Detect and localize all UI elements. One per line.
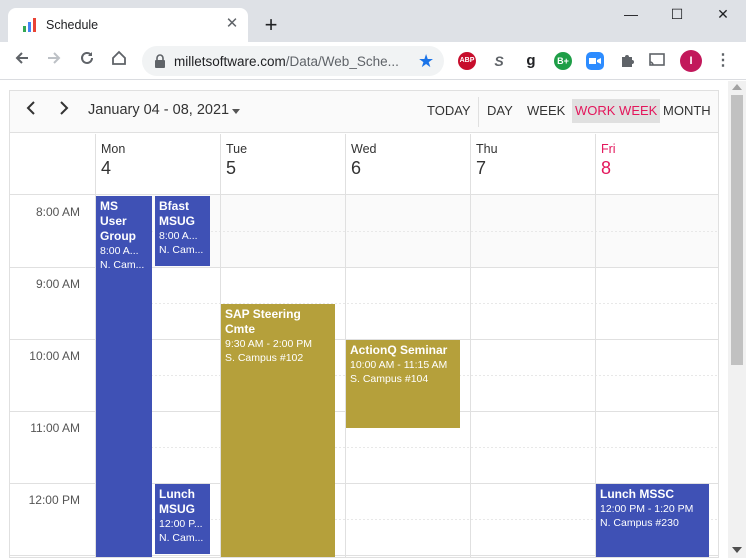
forward-arrow-icon[interactable]	[42, 49, 66, 73]
event-bfast-msug[interactable]: Bfast MSUG 8:00 A... N. Cam...	[155, 196, 210, 266]
bookmark-star-icon[interactable]: ★	[418, 51, 434, 72]
date-header-row: Mon 4 Tue 5 Wed 6 Thu 7 Fri 8	[10, 134, 718, 195]
previous-week-chevron-icon[interactable]	[21, 101, 41, 121]
reload-icon[interactable]	[75, 49, 99, 73]
half-hour-line	[95, 447, 718, 448]
scroll-thumb[interactable]	[731, 95, 743, 365]
scroll-up-arrow-icon[interactable]	[732, 84, 742, 90]
today-button[interactable]: TODAY	[424, 99, 474, 123]
cast-icon[interactable]	[648, 52, 666, 70]
page-content: January 04 - 08, 2021 TODAY DAY WEEK WOR…	[0, 81, 746, 558]
address-bar[interactable]: milletsoftware.com/Data/Web_Sche... ★	[142, 46, 444, 76]
time-label-9am: 9:00 AM	[35, 277, 80, 291]
adblock-extension-icon[interactable]: ABP	[458, 52, 476, 70]
day-header-thu[interactable]: Thu 7	[470, 134, 595, 195]
scheduler: January 04 - 08, 2021 TODAY DAY WEEK WOR…	[9, 90, 719, 558]
maximize-button[interactable]: ☐	[662, 6, 692, 26]
browser-toolbar: milletsoftware.com/Data/Web_Sche... ★ AB…	[0, 42, 746, 80]
lock-icon	[155, 54, 165, 68]
menu-kebab-icon[interactable]: ⋮	[714, 52, 732, 70]
event-ms-user-group[interactable]: MS User Group 8:00 A... N. Cam...	[96, 196, 152, 557]
event-actionq-seminar[interactable]: ActionQ Seminar 10:00 AM - 11:15 AM S. C…	[346, 340, 460, 428]
bplus-extension-icon[interactable]: B+	[554, 52, 572, 70]
day-header-wed[interactable]: Wed 6	[345, 134, 470, 195]
caret-down-icon[interactable]	[232, 109, 240, 114]
day-view-button[interactable]: DAY	[484, 99, 516, 123]
toolbar-divider	[478, 97, 479, 127]
scroll-down-arrow-icon[interactable]	[732, 547, 742, 553]
tab-strip: Schedule ✕ + — ☐ ✕	[0, 0, 746, 42]
new-tab-button[interactable]: +	[260, 14, 282, 36]
date-range-picker[interactable]: January 04 - 08, 2021	[88, 102, 229, 118]
day-header-fri[interactable]: Fri 8	[595, 134, 718, 195]
puzzle-extensions-icon[interactable]	[618, 52, 636, 70]
time-label-8am: 8:00 AM	[35, 205, 80, 219]
month-view-button[interactable]: MONTH	[660, 99, 714, 123]
day-header-tue[interactable]: Tue 5	[220, 134, 345, 195]
event-lunch-msug[interactable]: Lunch MSUG 12:00 P... N. Cam...	[155, 484, 210, 554]
next-week-chevron-icon[interactable]	[54, 101, 74, 121]
tab-title: Schedule	[46, 18, 99, 32]
s-extension-icon[interactable]: S	[490, 52, 508, 70]
time-label-12pm: 12:00 PM	[28, 493, 80, 507]
browser-tab[interactable]: Schedule ✕	[8, 8, 248, 42]
time-grid[interactable]: 8:00 AM 9:00 AM 10:00 AM 11:00 AM 12:00 …	[10, 195, 718, 557]
window-close-button[interactable]: ✕	[708, 6, 738, 26]
day-header-mon[interactable]: Mon 4	[95, 134, 220, 195]
profile-avatar[interactable]: I	[680, 50, 702, 72]
work-week-view-button[interactable]: WORK WEEK	[572, 99, 661, 123]
tab-close-icon[interactable]: ✕	[222, 14, 242, 34]
zoom-extension-icon[interactable]	[586, 52, 604, 70]
home-icon[interactable]	[107, 49, 131, 73]
page-scrollbar[interactable]	[728, 81, 746, 558]
minimize-button[interactable]: —	[616, 6, 646, 26]
column-line	[470, 195, 471, 557]
time-label-10am: 10:00 AM	[29, 349, 80, 363]
event-lunch-mssc[interactable]: Lunch MSSC 12:00 PM - 1:20 PM N. Campus …	[596, 484, 709, 557]
back-arrow-icon[interactable]	[10, 49, 34, 73]
g-extension-icon[interactable]: g	[522, 52, 540, 70]
week-view-button[interactable]: WEEK	[524, 99, 568, 123]
url-text: milletsoftware.com/Data/Web_Sche...	[174, 54, 399, 69]
half-hour-line	[95, 303, 718, 304]
event-sap-steering-cmte[interactable]: SAP Steering Cmte 9:30 AM - 2:00 PM S. C…	[221, 304, 335, 557]
time-label-11am: 11:00 AM	[30, 421, 80, 435]
scheduler-toolbar: January 04 - 08, 2021 TODAY DAY WEEK WOR…	[10, 91, 718, 133]
chart-favicon-icon	[23, 18, 36, 32]
